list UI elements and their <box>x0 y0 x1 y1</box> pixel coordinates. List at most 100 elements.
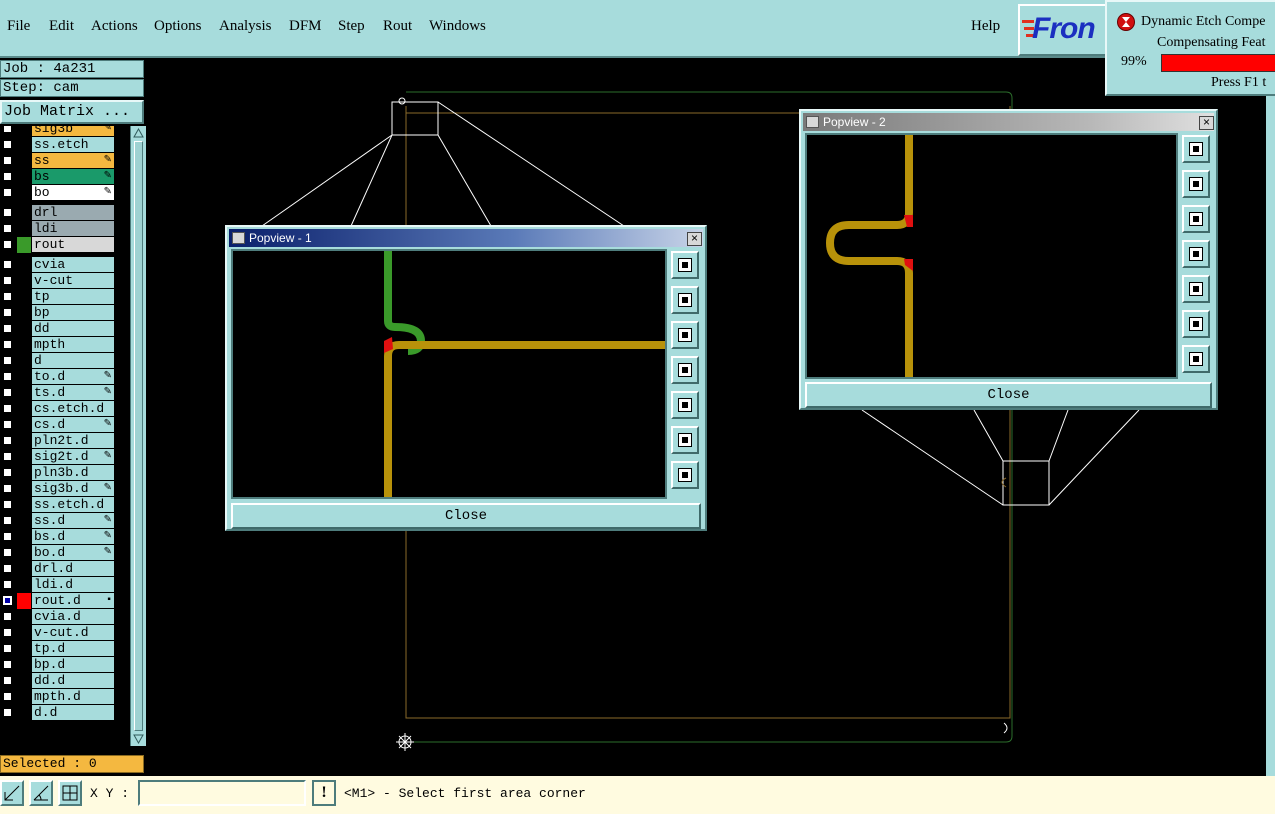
layer-color-swatch[interactable] <box>17 321 31 337</box>
layer-color-swatch[interactable] <box>17 449 31 465</box>
layer-name[interactable]: ldi <box>32 221 114 236</box>
layer-name[interactable]: drl.d <box>32 561 114 576</box>
pan-left-button[interactable] <box>671 356 699 384</box>
layer-name[interactable]: ts.d ✎ <box>32 385 114 400</box>
layer-row[interactable]: d.d <box>0 705 130 721</box>
layer-color-swatch[interactable] <box>17 673 31 689</box>
layer-row[interactable]: rout.d ▪ <box>0 593 130 609</box>
layer-checkbox[interactable] <box>3 126 12 133</box>
zoom-in-button[interactable] <box>1182 310 1210 338</box>
layer-color-swatch[interactable] <box>17 185 31 201</box>
layer-row[interactable]: v-cut <box>0 273 130 289</box>
layer-row[interactable]: d <box>0 353 130 369</box>
layer-row[interactable]: bs.d ✎ <box>0 529 130 545</box>
layer-row[interactable]: ss.etch.d <box>0 497 130 513</box>
pan-left-button[interactable] <box>1182 240 1210 268</box>
layer-checkbox[interactable] <box>3 156 12 165</box>
layer-checkbox[interactable] <box>3 484 12 493</box>
layer-name[interactable]: sig3b ✎ <box>32 126 114 136</box>
popview-1-canvas[interactable] <box>231 249 667 499</box>
layer-checkbox[interactable] <box>3 404 12 413</box>
job-matrix-button[interactable]: Job Matrix ... <box>0 100 144 124</box>
layer-color-swatch[interactable] <box>17 305 31 321</box>
layer-row[interactable]: tp.d <box>0 641 130 657</box>
scroll-up-icon[interactable] <box>133 128 144 138</box>
pan-right-button[interactable] <box>1182 275 1210 303</box>
layer-name[interactable]: bs.d ✎ <box>32 529 114 544</box>
layer-checkbox[interactable] <box>3 276 12 285</box>
layer-name[interactable]: ss.d ✎ <box>32 513 114 528</box>
layer-row[interactable]: cvia.d <box>0 609 130 625</box>
layer-checkbox[interactable] <box>3 292 12 301</box>
menu-step[interactable]: Step <box>338 18 365 35</box>
layer-name[interactable]: v-cut <box>32 273 114 288</box>
layer-color-swatch[interactable] <box>17 561 31 577</box>
pan-down-button[interactable] <box>1182 205 1210 233</box>
layer-row[interactable]: v-cut.d <box>0 625 130 641</box>
grid-button[interactable] <box>58 780 82 806</box>
layer-color-swatch[interactable] <box>17 433 31 449</box>
layer-color-swatch[interactable] <box>17 529 31 545</box>
menu-dfm[interactable]: DFM <box>289 18 322 35</box>
layer-row[interactable]: bo ✎ <box>0 185 130 201</box>
layer-name[interactable]: mpth <box>32 337 114 352</box>
layer-row[interactable]: sig3b ✎ <box>0 126 130 137</box>
layer-color-swatch[interactable] <box>17 641 31 657</box>
layer-checkbox[interactable] <box>3 452 12 461</box>
menu-analysis[interactable]: Analysis <box>219 18 272 35</box>
menu-edit[interactable]: Edit <box>49 18 74 35</box>
pan-down-button[interactable] <box>671 321 699 349</box>
layer-color-swatch[interactable] <box>17 237 31 253</box>
layer-checkbox[interactable] <box>3 660 12 669</box>
layer-name[interactable]: rout.d ▪ <box>32 593 114 608</box>
layer-checkbox[interactable] <box>3 692 12 701</box>
layer-name[interactable]: ldi.d <box>32 577 114 592</box>
layer-checkbox[interactable] <box>3 372 12 381</box>
layer-checkbox[interactable] <box>3 140 12 149</box>
layer-checkbox[interactable] <box>3 548 12 557</box>
layer-name[interactable]: bp.d <box>32 657 114 672</box>
layer-row[interactable]: bs ✎ <box>0 169 130 185</box>
layer-checkbox[interactable] <box>3 596 12 605</box>
layer-checkbox[interactable] <box>3 516 12 525</box>
zoom-out-button[interactable] <box>671 461 699 489</box>
layer-checkbox[interactable] <box>3 356 12 365</box>
layer-name[interactable]: drl <box>32 205 114 220</box>
layer-color-swatch[interactable] <box>17 369 31 385</box>
zoom-home-button[interactable] <box>1182 135 1210 163</box>
layer-name[interactable]: d <box>32 353 114 368</box>
layer-row[interactable]: tp <box>0 289 130 305</box>
layer-row[interactable]: cs.d ✎ <box>0 417 130 433</box>
layer-checkbox[interactable] <box>3 580 12 589</box>
layer-row[interactable]: ldi.d <box>0 577 130 593</box>
layer-name[interactable]: bs ✎ <box>32 169 114 184</box>
layer-color-swatch[interactable] <box>17 657 31 673</box>
layer-checkbox[interactable] <box>3 388 12 397</box>
layer-checkbox[interactable] <box>3 468 12 477</box>
layer-checkbox[interactable] <box>3 612 12 621</box>
layer-checkbox[interactable] <box>3 208 12 217</box>
zoom-home-button[interactable] <box>671 251 699 279</box>
zoom-in-button[interactable] <box>671 426 699 454</box>
layer-row[interactable]: bp <box>0 305 130 321</box>
layer-color-swatch[interactable] <box>17 169 31 185</box>
layer-row[interactable]: ts.d ✎ <box>0 385 130 401</box>
pan-up-button[interactable] <box>671 286 699 314</box>
layer-name[interactable]: bo ✎ <box>32 185 114 200</box>
window-menu-icon[interactable] <box>232 232 245 244</box>
layer-checkbox[interactable] <box>3 420 12 429</box>
layer-color-swatch[interactable] <box>17 401 31 417</box>
layer-row[interactable]: dd.d <box>0 673 130 689</box>
layer-name[interactable]: cvia.d <box>32 609 114 624</box>
layer-row[interactable]: drl <box>0 205 130 221</box>
close-x-icon[interactable]: × <box>1199 116 1214 130</box>
layer-checkbox[interactable] <box>3 708 12 717</box>
layer-color-swatch[interactable] <box>17 221 31 237</box>
layer-color-swatch[interactable] <box>17 385 31 401</box>
layer-name[interactable]: ss.etch.d <box>32 497 114 512</box>
layer-row[interactable]: cvia <box>0 257 130 273</box>
scroll-thumb[interactable] <box>134 141 143 731</box>
layer-color-swatch[interactable] <box>17 353 31 369</box>
popview-2-close-button[interactable]: Close <box>805 382 1212 408</box>
layer-checkbox[interactable] <box>3 224 12 233</box>
